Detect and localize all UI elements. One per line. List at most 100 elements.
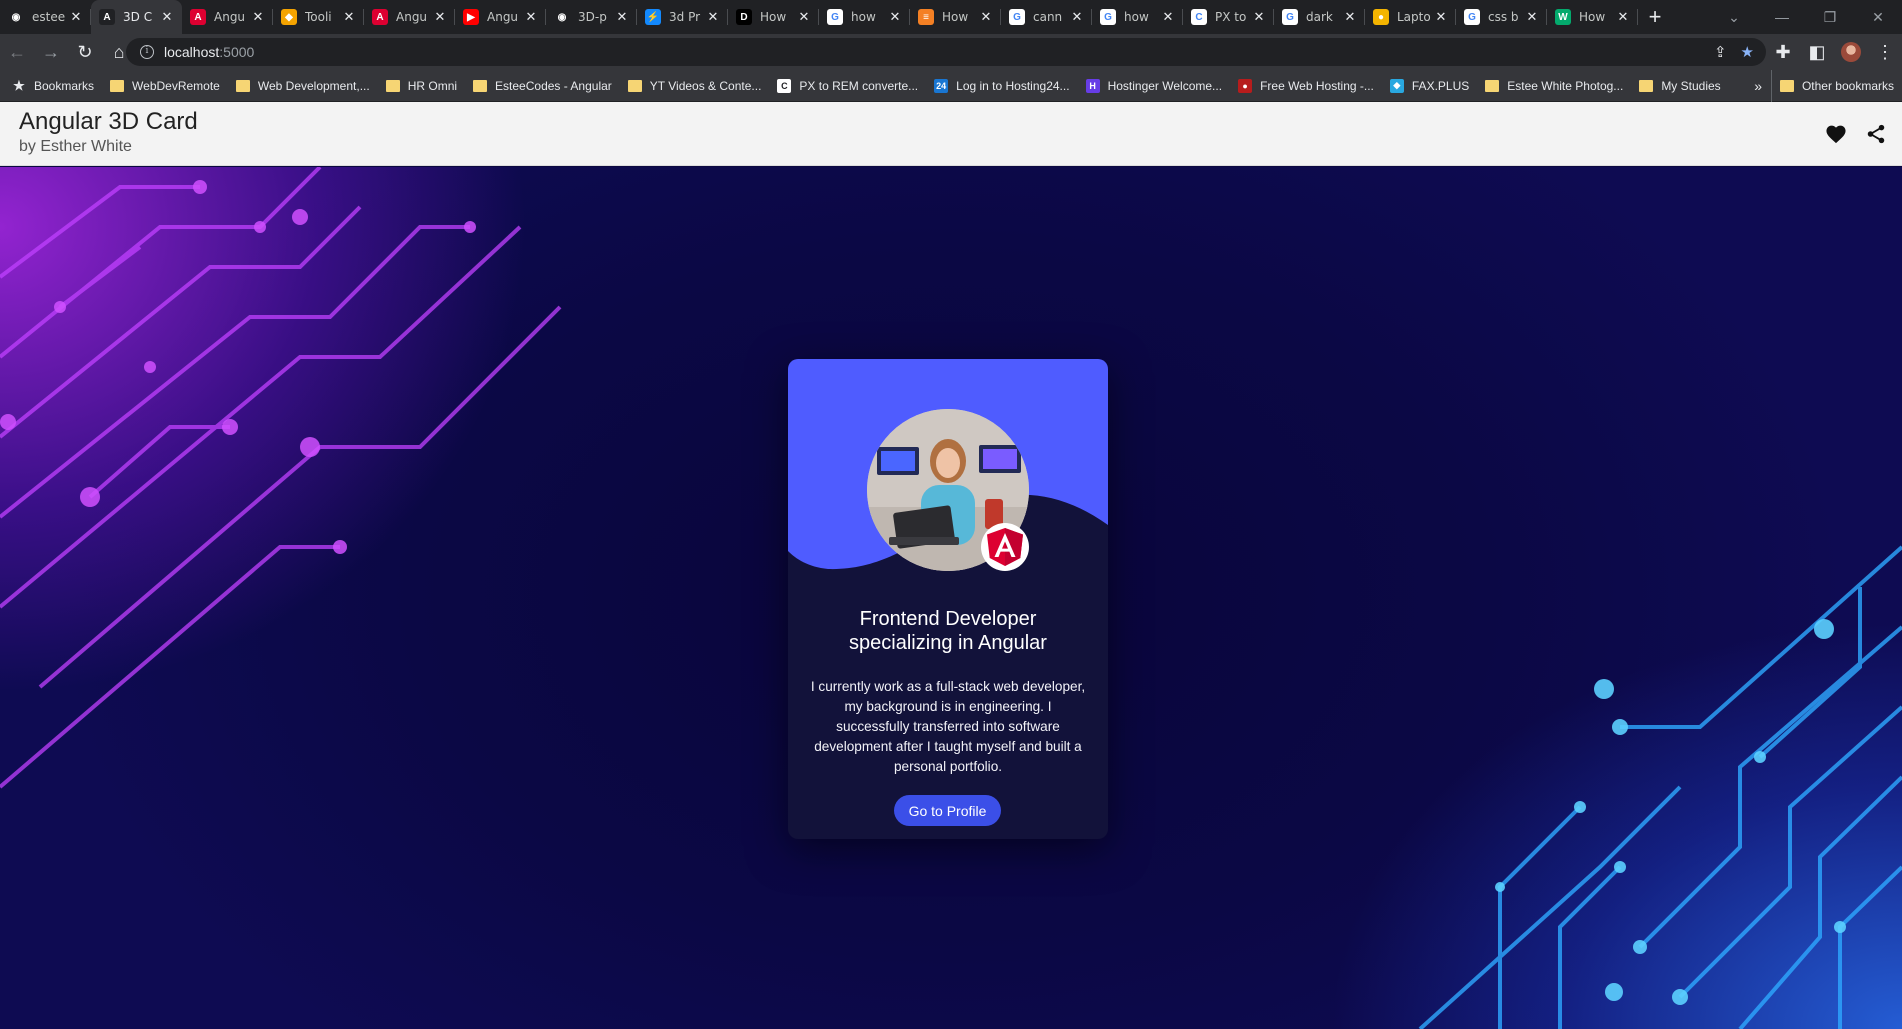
tab-title: 3D C <box>123 10 153 24</box>
tab-close-icon[interactable]: ✕ <box>888 10 902 24</box>
github-icon: ◉ <box>8 9 24 25</box>
address-bar[interactable]: i localhost:5000 ⇪ ★ <box>126 38 1766 66</box>
tab-title: estee <box>32 10 66 24</box>
tab-title: dark <box>1306 10 1333 24</box>
browser-tab[interactable]: ◉ 3D-p ✕ <box>546 0 637 34</box>
tab-close-icon[interactable]: ✕ <box>1525 10 1539 24</box>
folder-icon <box>1779 80 1794 92</box>
reload-button[interactable]: ↻ <box>68 35 102 69</box>
bookmark-item[interactable]: HR Omni <box>378 72 465 100</box>
profile-avatar[interactable] <box>1834 35 1868 69</box>
share-button[interactable] <box>1858 116 1894 152</box>
bookmark-label: EsteeCodes - Angular <box>495 78 612 93</box>
side-panel-icon[interactable]: ◧ <box>1800 35 1834 69</box>
go-to-profile-button[interactable]: Go to Profile <box>894 795 1001 826</box>
tab-title: 3D-p <box>578 10 607 24</box>
tab-close-icon[interactable]: ✕ <box>1161 10 1175 24</box>
menu-icon[interactable]: ⋮ <box>1868 35 1902 69</box>
bookmark-item[interactable]: Web Development,... <box>228 72 378 100</box>
browser-tab[interactable]: A 3D C ✕ <box>91 0 182 34</box>
stackblitz-icon: ⚡ <box>645 9 661 25</box>
tab-close-icon[interactable]: ✕ <box>979 10 993 24</box>
extensions-icon[interactable]: ✚ <box>1766 35 1800 69</box>
minimize-button[interactable]: — <box>1758 0 1806 34</box>
bookmark-label: Log in to Hosting24... <box>956 78 1070 93</box>
browser-tab[interactable]: ▶ Angu ✕ <box>455 0 546 34</box>
browser-tab[interactable]: ≡ How ✕ <box>910 0 1001 34</box>
stackoverflow-icon: ≡ <box>918 9 934 25</box>
tab-close-icon[interactable]: ✕ <box>1343 10 1357 24</box>
bookmark-label: Free Web Hosting -... <box>1260 78 1374 93</box>
tab-close-icon[interactable]: ✕ <box>251 10 265 24</box>
tab-close-icon[interactable]: ✕ <box>69 10 83 24</box>
browser-toolbar: ← → ↻ ⌂ i localhost:5000 ⇪ ★ ✚ ◧ ⋮ <box>0 34 1902 70</box>
browser-tab[interactable]: Gcss b ✕ <box>1456 0 1547 34</box>
new-tab-button[interactable]: + <box>1638 0 1672 34</box>
bookmark-item[interactable]: ★ Bookmarks <box>4 72 102 100</box>
browser-tab[interactable]: Gdark ✕ <box>1274 0 1365 34</box>
like-button[interactable] <box>1818 116 1854 152</box>
bookmark-label: WebDevRemote <box>132 78 220 93</box>
tab-close-icon[interactable]: ✕ <box>160 10 174 24</box>
bookmark-item[interactable]: EsteeCodes - Angular <box>465 72 620 100</box>
browser-tab[interactable]: Gcann ✕ <box>1001 0 1092 34</box>
browser-tab[interactable]: Ghow ✕ <box>1092 0 1183 34</box>
bookmark-item[interactable]: YT Videos & Conte... <box>620 72 770 100</box>
tab-close-icon[interactable]: ✕ <box>706 10 720 24</box>
tab-search-icon[interactable]: ⌄ <box>1710 0 1758 34</box>
tab-title: Angu <box>487 10 519 24</box>
tab-close-icon[interactable]: ✕ <box>1616 10 1630 24</box>
browser-tab[interactable]: ● Lapto ✕ <box>1365 0 1456 34</box>
bookmark-label: Estee White Photog... <box>1507 78 1624 93</box>
tab-title: cann <box>1033 10 1063 24</box>
close-window-button[interactable]: ✕ <box>1854 0 1902 34</box>
tab-close-icon[interactable]: ✕ <box>797 10 811 24</box>
main-area: Frontend Developer specializing in Angul… <box>0 167 1902 1029</box>
webhosting-icon: ● <box>1238 78 1253 93</box>
browser-tab[interactable]: C PX to ✕ <box>1183 0 1274 34</box>
other-bookmarks[interactable]: Other bookmarks <box>1770 70 1902 102</box>
forward-button[interactable]: → <box>34 35 68 69</box>
back-button[interactable]: ← <box>0 35 34 69</box>
heart-icon <box>1826 125 1846 144</box>
bookmark-star-icon[interactable]: ★ <box>1741 43 1754 61</box>
tab-close-icon[interactable]: ✕ <box>342 10 356 24</box>
tab-title: PX to <box>1215 10 1247 24</box>
bookmark-item[interactable]: My Studies <box>1631 72 1728 100</box>
tab-close-icon[interactable]: ✕ <box>1070 10 1084 24</box>
folder-icon <box>385 79 400 92</box>
browser-tab[interactable]: ⚡ 3d Pr ✕ <box>637 0 728 34</box>
tab-close-icon[interactable]: ✕ <box>615 10 629 24</box>
browser-tab[interactable]: W How ✕ <box>1547 0 1638 34</box>
browser-tab[interactable]: A Angu ✕ <box>182 0 273 34</box>
browser-tab[interactable]: ◉ estee ✕ <box>0 0 91 34</box>
more-bookmarks-icon[interactable]: » <box>1754 78 1762 94</box>
bookmark-item[interactable]: WebDevRemote <box>102 72 228 100</box>
c-icon: C <box>1191 9 1207 25</box>
bookmark-item[interactable]: ● Free Web Hosting -... <box>1230 72 1382 100</box>
google-icon: G <box>1282 9 1298 25</box>
share-page-icon[interactable]: ⇪ <box>1714 43 1727 61</box>
hosting24-icon: 24 <box>934 78 949 93</box>
browser-tab[interactable]: A Angu ✕ <box>364 0 455 34</box>
tab-close-icon[interactable]: ✕ <box>1434 10 1448 24</box>
browser-tab[interactable]: ◆ Tooli ✕ <box>273 0 364 34</box>
folder-icon <box>473 79 488 92</box>
bookmark-item[interactable]: H Hostinger Welcome... <box>1078 72 1231 100</box>
tab-close-icon[interactable]: ✕ <box>524 10 538 24</box>
bookmark-label: Bookmarks <box>34 78 95 93</box>
bookmark-item[interactable]: Estee White Photog... <box>1477 72 1631 100</box>
angular-icon: A <box>190 9 206 25</box>
tab-title: How <box>942 10 969 24</box>
bookmark-item[interactable]: 24 Log in to Hosting24... <box>926 72 1077 100</box>
bookmark-item[interactable]: C PX to REM converte... <box>769 72 926 100</box>
tab-close-icon[interactable]: ✕ <box>433 10 447 24</box>
site-info-icon[interactable]: i <box>140 45 154 59</box>
youtube-icon: ▶ <box>463 9 479 25</box>
restore-button[interactable]: ❐ <box>1806 0 1854 34</box>
tab-close-icon[interactable]: ✕ <box>1252 10 1266 24</box>
browser-tab[interactable]: Ghow ✕ <box>819 0 910 34</box>
bookmark-item[interactable]: ◆ FAX.PLUS <box>1382 72 1477 100</box>
tab-title: css b <box>1488 10 1519 24</box>
browser-tab[interactable]: D How ✕ <box>728 0 819 34</box>
